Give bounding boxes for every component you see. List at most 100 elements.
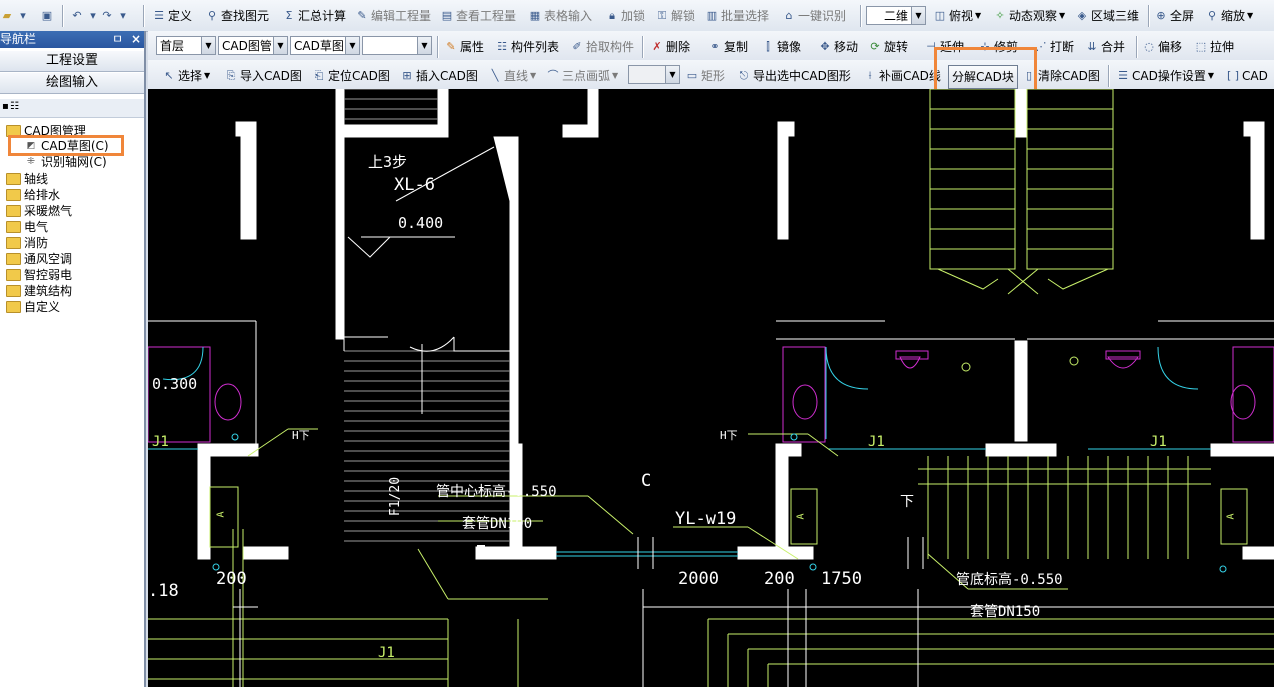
dynamic-orbit-button[interactable]: ✧ 动态观察 ▼ [993, 6, 1065, 26]
cad-more-button[interactable]: [ ] CAD [1226, 66, 1268, 86]
category-select[interactable]: CAD图管 ▼ [218, 36, 288, 55]
select-button[interactable]: ↖ 选择 ▼ [162, 66, 210, 86]
export-selected-cad-button[interactable]: ⎋ 导出选中CAD图形 [737, 66, 851, 86]
tree-item-recognize-axis[interactable]: ⁜ 识别轴网(C) [24, 154, 107, 170]
tree-item-hvac[interactable]: 通风空调 [6, 251, 72, 267]
folder-icon [6, 269, 21, 281]
cad-drawing-canvas[interactable]: 上3步 XL-6 0.400 0.300 J1 H下 管中心标高-0.550 套… [148, 89, 1274, 687]
rectangle-button[interactable]: ▭ 矩形 [685, 66, 725, 86]
fullscreen-icon: ⊕ [1156, 9, 1166, 22]
drawing-input-button[interactable]: 绘图输入 [0, 73, 144, 94]
cube-icon: ◫ [934, 9, 946, 22]
tree-item-plumbing[interactable]: 给排水 [6, 187, 60, 203]
tree-item-custom[interactable]: 自定义 [6, 299, 60, 315]
batch-select-button[interactable]: ▥ 批量选择 [705, 6, 769, 26]
chevron-down-icon: ▼ [345, 37, 359, 54]
region-3d-icon: ◈ [1077, 9, 1087, 22]
arc-option-select[interactable]: ▼ [628, 65, 680, 84]
navigation-panel: 导航栏 ㅁ × 工程设置 绘图输入 ▪ ☷ CAD图管理 ◩ CAD草图(C) ⁜… [0, 31, 146, 687]
line-icon: ╲ [491, 69, 499, 82]
delete-button[interactable]: ✗ 删除 [650, 37, 690, 57]
three-point-arc-button[interactable]: ⌒ 三点画弧 ▼ [546, 66, 619, 86]
find-element-button[interactable]: ⚲ 查找图元 [205, 6, 269, 26]
pin-icon[interactable]: ㅁ [112, 31, 123, 48]
summary-calc-button[interactable]: Σ 汇总计算 [282, 6, 347, 26]
tree-item-heating-gas[interactable]: 采暖燃气 [6, 203, 72, 219]
nav-title-bar: 导航栏 ㅁ × [0, 31, 144, 48]
region-3d-button[interactable]: ◈ 区域三维 [1075, 6, 1139, 26]
chevron-down-icon: ▼ [911, 7, 925, 24]
delete-icon: ✗ [652, 40, 662, 53]
lock-icon: 🔒︎ [609, 9, 615, 22]
break-button[interactable]: ⋰ 打断 [1034, 37, 1075, 57]
rotate-button[interactable]: ⟳ 旋转 [868, 37, 908, 57]
chevron-down-icon: ▼ [665, 66, 679, 83]
elevation-label-left: 0.300 [152, 375, 198, 393]
tree-item-electrical[interactable]: 电气 [6, 219, 48, 235]
tree-item-low-voltage[interactable]: 智控弱电 [6, 267, 72, 283]
table-input-button[interactable]: ▦ 表格输入 [528, 6, 592, 26]
tree-item-fire[interactable]: 消防 [6, 235, 48, 251]
folder-icon [6, 173, 21, 185]
merge-button[interactable]: ⇊ 合并 [1085, 37, 1125, 57]
redo-icon[interactable]: ↷ ▾ [100, 6, 130, 26]
down-label: 下 [900, 494, 914, 510]
view-mode-select[interactable]: 二维 ▼ [866, 6, 926, 25]
offset-icon: ◌ [1144, 40, 1154, 53]
tree-toolbar: ▪ ☷ [0, 99, 144, 118]
axis-icon: ⁜ [26, 156, 36, 167]
view-quantity-button[interactable]: ▤ 查看工程量 [440, 6, 516, 26]
fullscreen-button[interactable]: ⊕ 全屏 [1154, 6, 1194, 26]
folder-icon [6, 301, 21, 313]
cad-settings-button[interactable]: ☰ CAD操作设置 ▼ [1116, 66, 1214, 86]
unlock-button[interactable]: ⚿ 解锁 [655, 6, 695, 26]
tree-item-structure[interactable]: 建筑结构 [6, 283, 72, 299]
dimension-1750: 1750 [821, 569, 862, 589]
unlock-icon: ⚿ [657, 9, 667, 22]
subcategory-select[interactable]: CAD草图 ▼ [290, 36, 360, 55]
define-button[interactable]: ☰ 定义 [152, 6, 192, 26]
insert-icon: ⊞ [402, 69, 412, 82]
expand-icon[interactable]: ▪ [2, 101, 9, 112]
undo-icon[interactable]: ↶ ▾ [70, 6, 100, 26]
sigma-icon: Σ [285, 9, 293, 22]
component-select[interactable]: ▼ [362, 36, 432, 55]
find-icon: ⚲ [207, 9, 217, 22]
mirror-button[interactable]: ⫿ 镜像 [761, 37, 801, 57]
locate-cad-button[interactable]: ⎗ 定位CAD图 [312, 66, 390, 86]
settings-icon: ☰ [1118, 69, 1128, 82]
open-icon[interactable]: ▰ ▾ [0, 6, 30, 26]
properties-button[interactable]: ✎ 属性 [444, 37, 484, 57]
tree-item-axis[interactable]: 轴线 [6, 171, 48, 187]
folder-icon [6, 253, 21, 265]
one-click-recognize-button[interactable]: ⌂ 一键识别 [782, 6, 847, 26]
move-button[interactable]: ✥ 移动 [818, 37, 858, 57]
redraw-cad-line-button[interactable]: ⟊ 补画CAD线 [863, 66, 941, 86]
pipe-label-j1-right: J1 [1150, 434, 1167, 450]
project-settings-button[interactable]: 工程设置 [0, 51, 144, 72]
lock-button[interactable]: 🔒︎ 加锁 [605, 6, 645, 26]
cursor-icon: ↖ [164, 69, 174, 82]
edit-quantity-button[interactable]: ✎ 编辑工程量 [355, 6, 431, 26]
offset-button[interactable]: ◌ 偏移 [1142, 37, 1182, 57]
import-cad-button[interactable]: ⎘ 导入CAD图 [224, 66, 302, 86]
pick-component-button[interactable]: ✐ 拾取构件 [570, 37, 634, 57]
merge-icon: ⇊ [1087, 40, 1097, 53]
valve-label-left: A [215, 511, 227, 518]
floor-select[interactable]: 首层 ▼ [156, 36, 216, 55]
zoom-button[interactable]: ⚲ 缩放 ▼ [1205, 6, 1253, 26]
close-icon[interactable]: × [131, 31, 141, 48]
properties-icon: ✎ [446, 40, 456, 53]
stretch-button[interactable]: ⬚ 拉伸 [1194, 37, 1234, 57]
collapse-icon[interactable]: ☷ [10, 101, 19, 112]
copy-button[interactable]: ⚭ 复制 [708, 37, 748, 57]
save-icon[interactable]: ▣ [40, 6, 54, 26]
sleeve-label: 套管DN100 [462, 516, 533, 532]
chevron-down-icon: ▼ [417, 37, 431, 54]
component-list-button[interactable]: ☷ 构件列表 [495, 37, 559, 57]
table-icon: ▦ [529, 9, 541, 22]
h-down-label: H下 [292, 429, 310, 442]
top-view-button[interactable]: ◫ 俯视 ▼ [933, 6, 981, 26]
insert-cad-button[interactable]: ⊞ 插入CAD图 [400, 66, 477, 86]
line-button[interactable]: ╲ 直线 ▼ [488, 66, 536, 86]
